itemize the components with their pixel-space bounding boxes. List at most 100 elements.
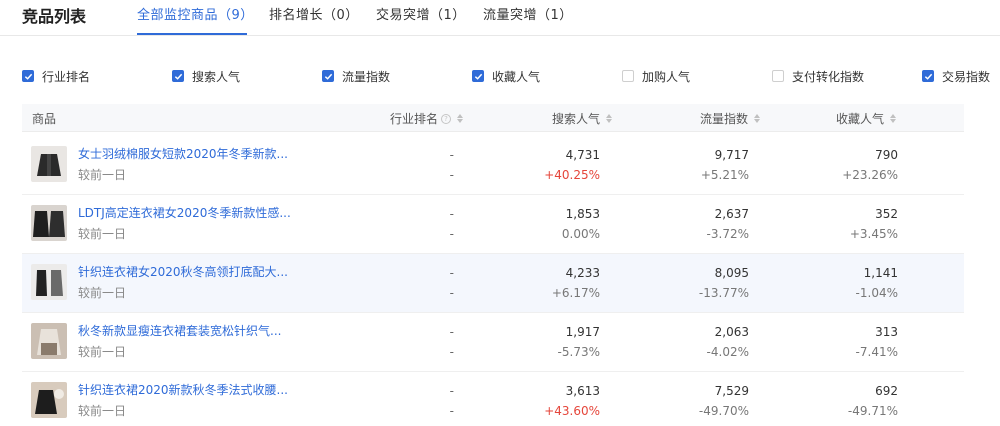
column-header-traffic-index[interactable]: 流量指数 (700, 110, 761, 127)
column-header-search-popularity[interactable]: 搜索人气 (552, 110, 613, 127)
metric-toggle-search-popularity[interactable]: 搜索人气 (172, 68, 240, 84)
product-thumbnail[interactable] (31, 323, 67, 359)
product-thumbnail[interactable] (31, 205, 67, 241)
traffic-index-value: 9,717 (714, 148, 749, 162)
industry-rank-change: - (449, 168, 454, 182)
page-title: 竞品列表 (22, 7, 87, 26)
traffic-index-change: -4.02% (706, 345, 749, 359)
search-popularity-value: 1,917 (565, 325, 600, 339)
tab-transaction-surge[interactable]: 交易突增（1） (376, 4, 466, 23)
header: 竞品列表 全部监控商品（9） 排名增长（0） 交易突增（1） 流量突增（1） (0, 0, 1000, 36)
traffic-index-value: 8,095 (714, 266, 749, 280)
favorite-popularity-value: 790 (875, 148, 898, 162)
traffic-index-change: -3.72% (706, 227, 749, 241)
metric-label: 搜索人气 (192, 69, 241, 84)
table-row[interactable]: LDTJ高定连衣裙女2020冬季新款性感... 较前一日 - - 1,853 0… (22, 195, 964, 254)
metric-label: 加购人气 (642, 69, 691, 84)
checkbox-checked-icon[interactable] (472, 70, 484, 82)
metric-toggle-payment-conversion[interactable]: 支付转化指数 (772, 68, 864, 84)
industry-rank-change: - (449, 345, 454, 359)
favorite-popularity-value: 692 (875, 384, 898, 398)
help-icon[interactable]: ? (441, 113, 452, 124)
tab-traffic-surge[interactable]: 流量突增（1） (483, 4, 573, 23)
tab-all-monitored[interactable]: 全部监控商品（9） (137, 4, 254, 23)
comparison-label: 较前一日 (78, 345, 127, 359)
product-thumbnail[interactable] (31, 264, 67, 300)
column-header-favorite-popularity[interactable]: 收藏人气 (836, 110, 897, 127)
traffic-index-value: 2,063 (714, 325, 749, 339)
table-row[interactable]: 秋冬新款显瘦连衣裙套装宽松针织气... 较前一日 - - 1,917 -5.73… (22, 313, 964, 372)
metric-toggle-add-to-cart[interactable]: 加购人气 (622, 68, 690, 84)
product-name-link[interactable]: 女士羽绒棉服女短款2020年冬季新款... (78, 145, 288, 162)
column-header-product: 商品 (32, 110, 56, 127)
sort-icon[interactable] (606, 114, 613, 123)
comparison-label: 较前一日 (78, 286, 127, 300)
industry-rank-change: - (449, 227, 454, 241)
comparison-label: 较前一日 (78, 404, 127, 418)
search-popularity-change: +43.60% (544, 404, 600, 418)
sort-icon[interactable] (754, 114, 761, 123)
metric-toggle-favorite-popularity[interactable]: 收藏人气 (472, 68, 540, 84)
metric-label: 收藏人气 (492, 69, 541, 84)
comparison-label: 较前一日 (78, 168, 127, 182)
industry-rank-value: - (449, 266, 454, 280)
industry-rank-change: - (449, 286, 454, 300)
favorite-popularity-change: +3.45% (849, 227, 898, 241)
metric-label: 流量指数 (342, 69, 391, 84)
column-label: 商品 (32, 112, 57, 126)
checkbox-checked-icon[interactable] (322, 70, 334, 82)
metric-toggle-traffic-index[interactable]: 流量指数 (322, 68, 390, 84)
column-label: 搜索人气 (552, 112, 601, 126)
product-thumbnail[interactable] (31, 146, 67, 182)
active-tab-indicator (137, 33, 247, 35)
search-popularity-value: 3,613 (565, 384, 600, 398)
metric-toggle-transaction-index[interactable]: 交易指数 (922, 68, 990, 84)
favorite-popularity-change: -7.41% (855, 345, 898, 359)
search-popularity-value: 1,853 (565, 207, 600, 221)
traffic-index-value: 7,529 (714, 384, 749, 398)
traffic-index-value: 2,637 (714, 207, 749, 221)
industry-rank-value: - (449, 325, 454, 339)
search-popularity-change: 0.00% (561, 227, 600, 241)
checkbox-checked-icon[interactable] (172, 70, 184, 82)
checkbox-checked-icon[interactable] (22, 70, 34, 82)
traffic-index-change: +5.21% (700, 168, 749, 182)
metric-label: 行业排名 (42, 69, 91, 84)
sort-icon[interactable] (457, 114, 464, 123)
industry-rank-value: - (449, 207, 454, 221)
column-label: 收藏人气 (836, 112, 885, 126)
checkbox-unchecked-icon[interactable] (772, 70, 784, 82)
favorite-popularity-value: 1,141 (863, 266, 898, 280)
checkbox-unchecked-icon[interactable] (622, 70, 634, 82)
traffic-index-change: -13.77% (698, 286, 749, 300)
metric-label: 支付转化指数 (792, 69, 865, 84)
metric-label: 交易指数 (942, 69, 991, 84)
column-label: 流量指数 (700, 112, 749, 126)
comparison-label: 较前一日 (78, 227, 127, 241)
sort-icon[interactable] (890, 114, 897, 123)
table-row[interactable]: 针织连衣裙女2020秋冬高领打底配大... 较前一日 - - 4,233 +6.… (22, 254, 964, 313)
industry-rank-value: - (449, 148, 454, 162)
search-popularity-value: 4,731 (565, 148, 600, 162)
metric-toggle-industry-rank[interactable]: 行业排名 (22, 68, 90, 84)
search-popularity-value: 4,233 (565, 266, 600, 280)
industry-rank-value: - (449, 384, 454, 398)
product-name-link[interactable]: 针织连衣裙2020新款秋冬季法式收腰... (78, 381, 288, 398)
search-popularity-change: +40.25% (544, 168, 600, 182)
column-label: 行业排名 (390, 112, 439, 126)
checkbox-checked-icon[interactable] (922, 70, 934, 82)
product-name-link[interactable]: LDTJ高定连衣裙女2020冬季新款性感... (78, 204, 291, 221)
favorite-popularity-change: -1.04% (855, 286, 898, 300)
favorite-popularity-change: -49.71% (847, 404, 898, 418)
product-name-link[interactable]: 秋冬新款显瘦连衣裙套装宽松针织气... (78, 322, 281, 339)
search-popularity-change: +6.17% (551, 286, 600, 300)
table-row[interactable]: 女士羽绒棉服女短款2020年冬季新款... 较前一日 - - 4,731 +40… (22, 136, 964, 195)
favorite-popularity-value: 313 (875, 325, 898, 339)
column-header-industry-rank[interactable]: 行业排名 ? (390, 110, 464, 127)
tab-rank-growth[interactable]: 排名增长（0） (269, 4, 359, 23)
product-thumbnail[interactable] (31, 382, 67, 418)
search-popularity-change: -5.73% (557, 345, 600, 359)
table-row[interactable]: 针织连衣裙2020新款秋冬季法式收腰... 较前一日 - - 3,613 +43… (22, 372, 964, 426)
product-name-link[interactable]: 针织连衣裙女2020秋冬高领打底配大... (78, 263, 288, 280)
traffic-index-change: -49.70% (698, 404, 749, 418)
